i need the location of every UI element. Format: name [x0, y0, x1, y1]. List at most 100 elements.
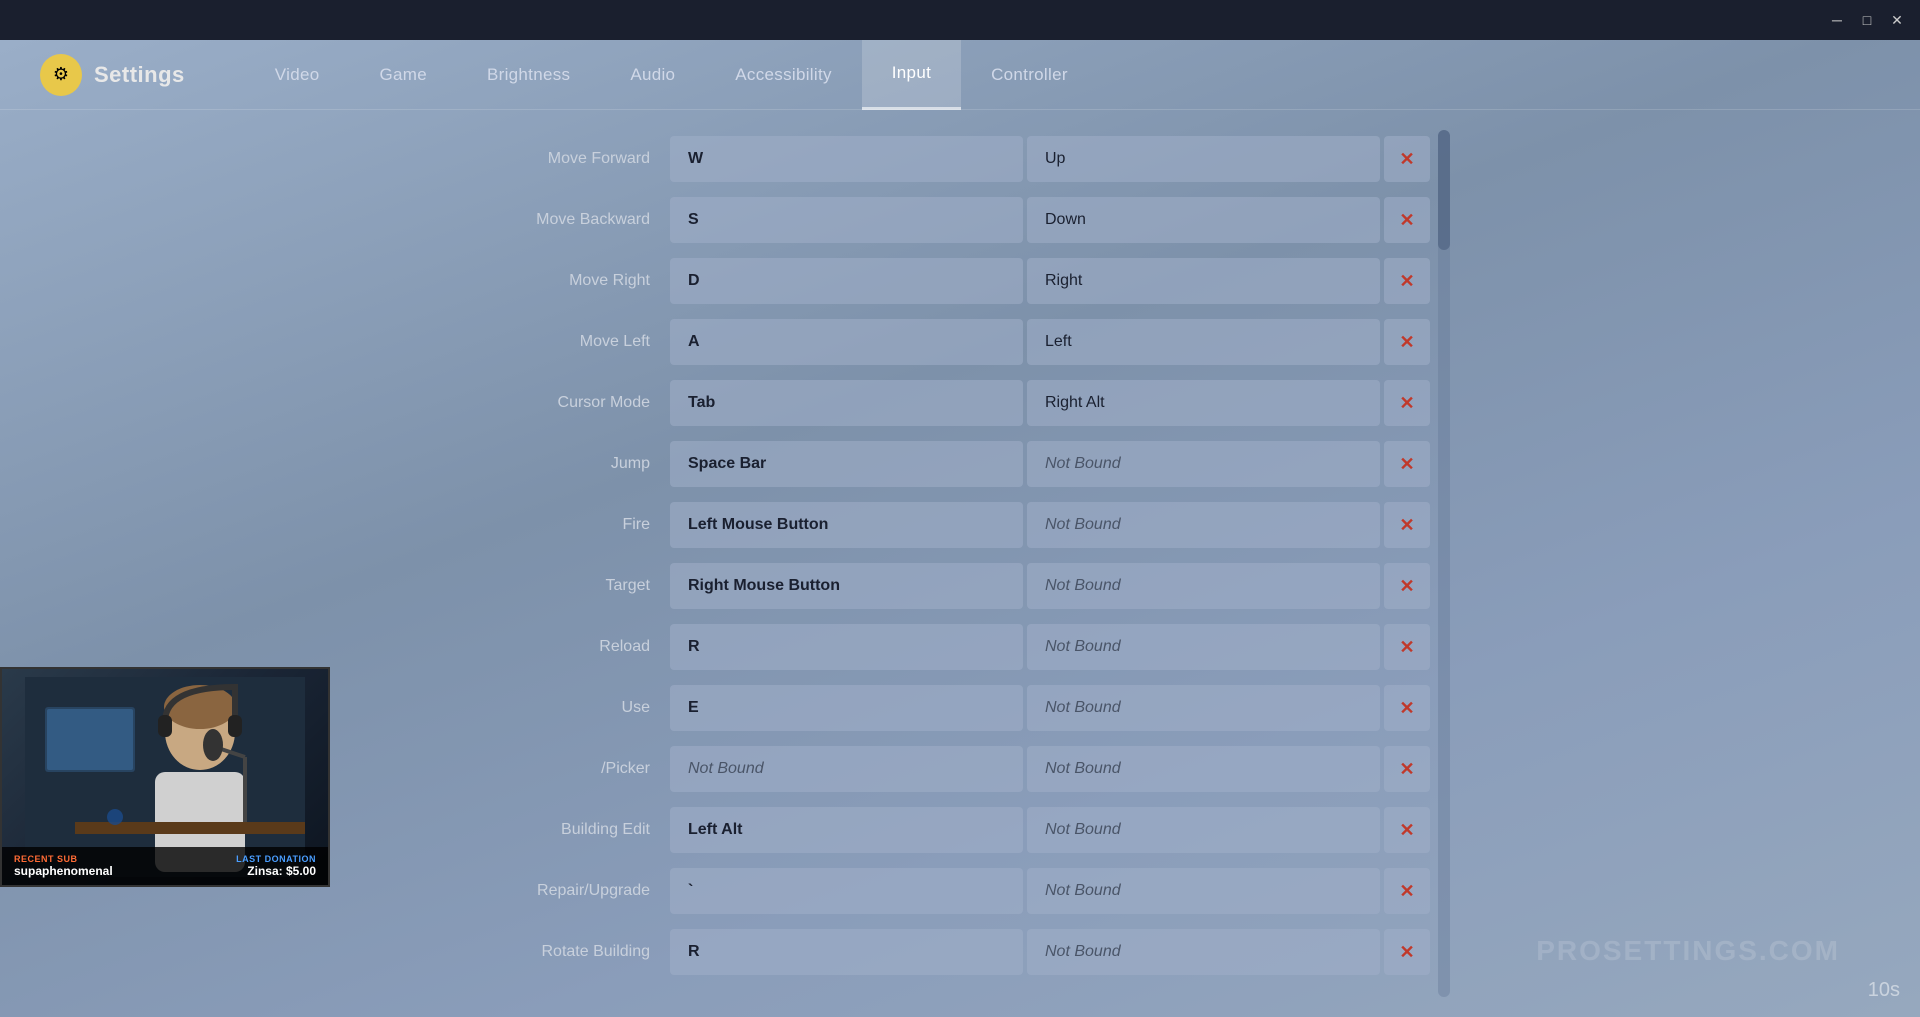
- tab-controller[interactable]: Controller: [961, 40, 1098, 110]
- x-icon: ✕: [1399, 699, 1414, 717]
- tab-audio[interactable]: Audio: [600, 40, 705, 110]
- primary-key-cell[interactable]: Not Bound: [670, 746, 1023, 792]
- x-icon: ✕: [1399, 333, 1414, 351]
- tab-game[interactable]: Game: [349, 40, 457, 110]
- x-icon: ✕: [1399, 211, 1414, 229]
- settings-panel: Move Forward W Up ✕ Move Backward S Down…: [470, 130, 1450, 997]
- x-icon: ✕: [1399, 577, 1414, 595]
- table-row: Move Left A Left ✕: [470, 313, 1430, 371]
- table-row: Rotate Building R Not Bound ✕: [470, 923, 1430, 981]
- primary-key-cell[interactable]: W: [670, 136, 1023, 182]
- logo-area: ⚙ Settings: [40, 54, 185, 96]
- x-icon: ✕: [1399, 821, 1414, 839]
- action-label: Move Left: [470, 333, 670, 351]
- table-row: Reload R Not Bound ✕: [470, 618, 1430, 676]
- primary-key-cell[interactable]: S: [670, 197, 1023, 243]
- secondary-key-cell[interactable]: Not Bound: [1027, 746, 1380, 792]
- clear-binding-button[interactable]: ✕: [1384, 441, 1430, 487]
- tab-brightness[interactable]: Brightness: [457, 40, 600, 110]
- table-row: Move Forward W Up ✕: [470, 130, 1430, 188]
- minimize-button[interactable]: ─: [1822, 5, 1852, 35]
- clear-binding-button[interactable]: ✕: [1384, 563, 1430, 609]
- action-label: Building Edit: [470, 821, 670, 839]
- x-icon: ✕: [1399, 150, 1414, 168]
- clear-binding-button[interactable]: ✕: [1384, 746, 1430, 792]
- secondary-key-cell[interactable]: Not Bound: [1027, 502, 1380, 548]
- clear-binding-button[interactable]: ✕: [1384, 502, 1430, 548]
- clear-binding-button[interactable]: ✕: [1384, 807, 1430, 853]
- table-row: Target Right Mouse Button Not Bound ✕: [470, 557, 1430, 615]
- tab-accessibility[interactable]: Accessibility: [705, 40, 861, 110]
- table-row: Move Right D Right ✕: [470, 252, 1430, 310]
- watermark: PROSETTINGS.COM: [1536, 935, 1840, 967]
- clear-binding-button[interactable]: ✕: [1384, 380, 1430, 426]
- secondary-key-cell[interactable]: Right: [1027, 258, 1380, 304]
- secondary-key-cell[interactable]: Not Bound: [1027, 441, 1380, 487]
- header: ⚙ Settings Video Game Brightness Audio A…: [0, 40, 1920, 110]
- secondary-key-cell[interactable]: Left: [1027, 319, 1380, 365]
- clear-binding-button[interactable]: ✕: [1384, 685, 1430, 731]
- primary-key-cell[interactable]: `: [670, 868, 1023, 914]
- x-icon: ✕: [1399, 760, 1414, 778]
- primary-key-cell[interactable]: A: [670, 319, 1023, 365]
- x-icon: ✕: [1399, 638, 1414, 656]
- x-icon: ✕: [1399, 455, 1414, 473]
- clear-binding-button[interactable]: ✕: [1384, 868, 1430, 914]
- secondary-key-cell[interactable]: Not Bound: [1027, 807, 1380, 853]
- action-label: Move Right: [470, 272, 670, 290]
- webcam-overlay: RECENT SUB supaphenomenal LAST DONATION …: [0, 667, 330, 887]
- action-label: Fire: [470, 516, 670, 534]
- primary-key-cell[interactable]: Left Mouse Button: [670, 502, 1023, 548]
- clear-binding-button[interactable]: ✕: [1384, 136, 1430, 182]
- scrollbar-thumb[interactable]: [1438, 130, 1450, 250]
- donation-area: LAST DONATION Zinsa: $5.00: [236, 854, 316, 878]
- donation-value: Zinsa: $5.00: [236, 864, 316, 878]
- clear-binding-button[interactable]: ✕: [1384, 258, 1430, 304]
- scrollbar-track[interactable]: [1438, 130, 1450, 997]
- action-label: Target: [470, 577, 670, 595]
- x-icon: ✕: [1399, 943, 1414, 961]
- recent-sub-area: RECENT SUB supaphenomenal: [14, 854, 113, 878]
- primary-key-cell[interactable]: R: [670, 624, 1023, 670]
- secondary-key-cell[interactable]: Up: [1027, 136, 1380, 182]
- secondary-key-cell[interactable]: Not Bound: [1027, 624, 1380, 670]
- title-bar: ─ □ ✕: [0, 0, 1920, 40]
- secondary-key-cell[interactable]: Right Alt: [1027, 380, 1380, 426]
- settings-logo-icon: ⚙: [40, 54, 82, 96]
- nav-tabs: Video Game Brightness Audio Accessibilit…: [245, 40, 1098, 109]
- tab-video[interactable]: Video: [245, 40, 350, 110]
- primary-key-cell[interactable]: D: [670, 258, 1023, 304]
- clear-binding-button[interactable]: ✕: [1384, 624, 1430, 670]
- primary-key-cell[interactable]: R: [670, 929, 1023, 975]
- close-button[interactable]: ✕: [1882, 5, 1912, 35]
- table-row: Building Edit Left Alt Not Bound ✕: [470, 801, 1430, 859]
- primary-key-cell[interactable]: Left Alt: [670, 807, 1023, 853]
- action-label: Reload: [470, 638, 670, 656]
- clear-binding-button[interactable]: ✕: [1384, 197, 1430, 243]
- table-row: /Picker Not Bound Not Bound ✕: [470, 740, 1430, 798]
- action-label: Repair/Upgrade: [470, 882, 670, 900]
- app-title: Settings: [94, 62, 185, 88]
- primary-key-cell[interactable]: E: [670, 685, 1023, 731]
- recent-sub-label: RECENT SUB: [14, 854, 113, 864]
- scroll-container: Move Forward W Up ✕ Move Backward S Down…: [470, 130, 1450, 997]
- secondary-key-cell[interactable]: Not Bound: [1027, 929, 1380, 975]
- clear-binding-button[interactable]: ✕: [1384, 929, 1430, 975]
- primary-key-cell[interactable]: Tab: [670, 380, 1023, 426]
- timer: 10s: [1868, 979, 1900, 1002]
- table-row: Jump Space Bar Not Bound ✕: [470, 435, 1430, 493]
- table-row: Fire Left Mouse Button Not Bound ✕: [470, 496, 1430, 554]
- x-icon: ✕: [1399, 516, 1414, 534]
- secondary-key-cell[interactable]: Not Bound: [1027, 685, 1380, 731]
- action-label: Move Forward: [470, 150, 670, 168]
- maximize-button[interactable]: □: [1852, 5, 1882, 35]
- webcam-bottom-bar: RECENT SUB supaphenomenal LAST DONATION …: [2, 847, 328, 885]
- clear-binding-button[interactable]: ✕: [1384, 319, 1430, 365]
- secondary-key-cell[interactable]: Not Bound: [1027, 868, 1380, 914]
- secondary-key-cell[interactable]: Not Bound: [1027, 563, 1380, 609]
- primary-key-cell[interactable]: Space Bar: [670, 441, 1023, 487]
- primary-key-cell[interactable]: Right Mouse Button: [670, 563, 1023, 609]
- donation-label: LAST DONATION: [236, 854, 316, 864]
- secondary-key-cell[interactable]: Down: [1027, 197, 1380, 243]
- tab-input[interactable]: Input: [862, 40, 961, 110]
